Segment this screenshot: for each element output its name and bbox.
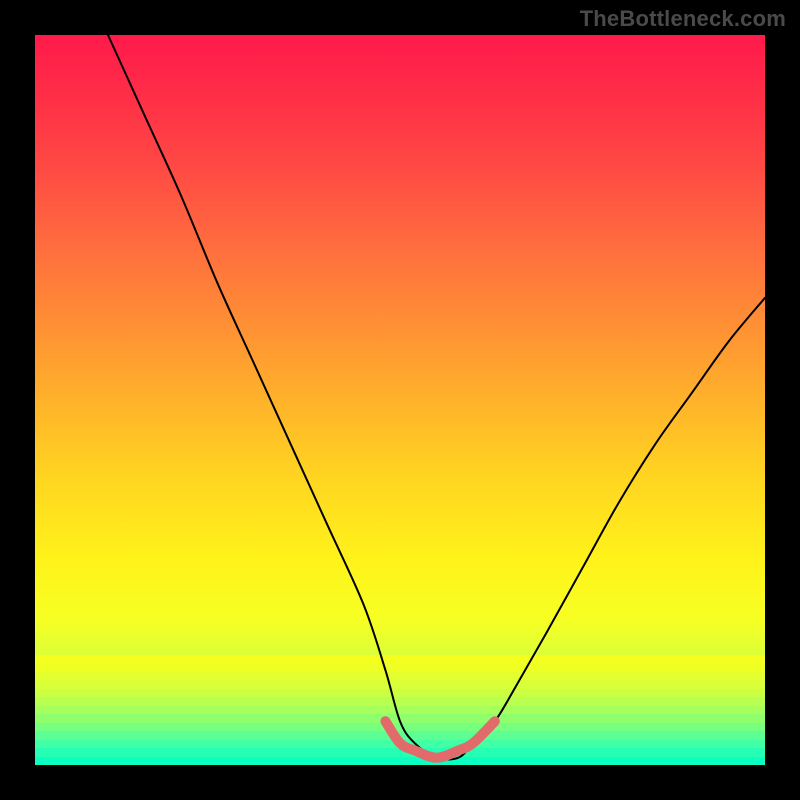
chart-frame: TheBottleneck.com bbox=[0, 0, 800, 800]
curve-layer bbox=[35, 35, 765, 765]
bottleneck-curve bbox=[108, 35, 765, 760]
plot-area bbox=[35, 35, 765, 765]
watermark-text: TheBottleneck.com bbox=[580, 6, 786, 32]
